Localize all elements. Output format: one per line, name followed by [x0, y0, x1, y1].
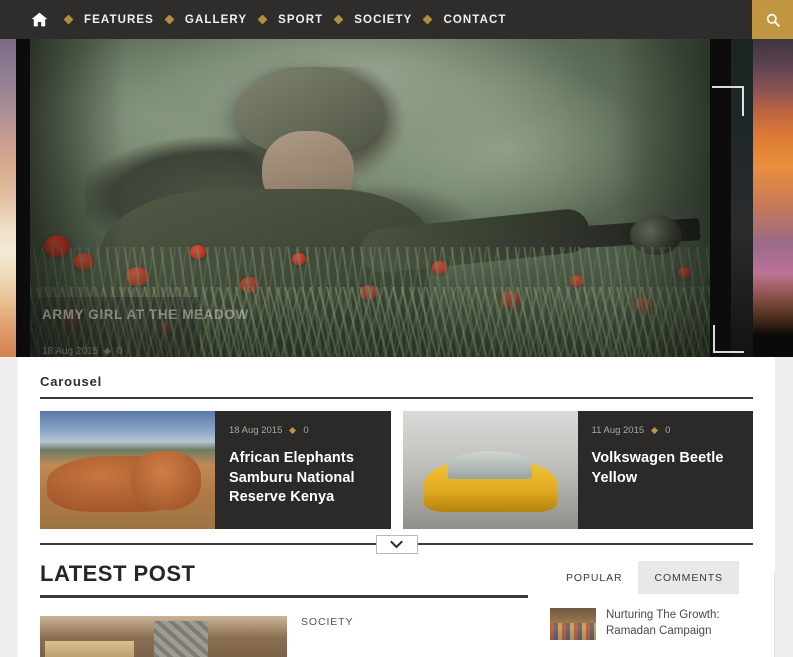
tab-popular[interactable]: POPULAR [550, 561, 639, 594]
hero-caption-title: ARMY GIRL AT THE MEADOW [42, 307, 249, 322]
carousel-card-meta: 18 Aug 2015 0 [229, 425, 377, 436]
carousel-card-meta: 11 Aug 2015 0 [592, 425, 740, 436]
carousel-card[interactable]: 11 Aug 2015 0 Volkswagen Beetle Yellow [402, 411, 754, 529]
nav-separator-diamond-icon [423, 14, 433, 25]
sidebar-item-thumbnail[interactable] [550, 608, 596, 640]
carousel-card[interactable]: 18 Aug 2015 0 African Elephants Samburu … [40, 411, 391, 529]
home-icon [31, 12, 48, 27]
nav-item-features[interactable]: FEATURES [81, 14, 157, 26]
carousel-section-header: Carousel [40, 373, 753, 399]
meta-diamond-icon [289, 426, 297, 435]
latest-post-column: LATEST POST SOCIETY [40, 561, 528, 657]
section-divider [40, 535, 753, 554]
carousel-card-comment-count: 0 [665, 425, 671, 436]
nav-item-society[interactable]: SOCIETY [351, 14, 415, 26]
sidebar-item-title[interactable]: Nurturing The Growth: Ramadan Campaign [606, 608, 753, 639]
latest-post-heading: LATEST POST [40, 561, 196, 586]
nav-home-button[interactable] [22, 0, 56, 39]
page-root: FEATURES GALLERY SPORT SOCIETY CONTACT A… [0, 0, 793, 657]
hero-caption-date: 18 Aug 2015 [42, 345, 99, 357]
carousel-card-date: 18 Aug 2015 [229, 425, 283, 436]
nav-separator-diamond-icon [63, 14, 74, 25]
sidebar-column: POPULAR COMMENTS Nurturing The Growth: R… [550, 561, 753, 657]
carousel-card-comment-count: 0 [303, 425, 309, 436]
nav-item-sport[interactable]: SPORT [275, 14, 326, 26]
carousel-card-row: 18 Aug 2015 0 African Elephants Samburu … [40, 411, 753, 529]
meta-diamond-icon [651, 426, 659, 435]
tab-comments-label: COMMENTS [654, 571, 723, 584]
hero-caption-meta: 18 Aug 2015 0 [42, 346, 188, 357]
nav-item-contact[interactable]: CONTACT [440, 14, 509, 26]
nav-separator-diamond-icon [333, 14, 344, 25]
hero-corner-bracket-bottom-left-icon [713, 325, 744, 353]
carousel-card-title[interactable]: African Elephants Samburu National Reser… [229, 449, 377, 508]
sidebar-list-item[interactable]: Nurturing The Growth: Ramadan Campaign [550, 608, 753, 640]
lower-section: LATEST POST SOCIETY POPULAR COMMENTS Nur… [40, 561, 753, 657]
carousel-card-body: 11 Aug 2015 0 Volkswagen Beetle Yellow [578, 411, 754, 529]
carousel-card-date: 11 Aug 2015 [591, 425, 645, 436]
carousel-card-title[interactable]: Volkswagen Beetle Yellow [592, 449, 740, 488]
carousel-expand-button[interactable] [375, 535, 418, 554]
hero-next-slide-image [753, 39, 793, 357]
hero-caption-diamond-icon [104, 347, 112, 355]
latest-post-thumbnail[interactable] [40, 616, 287, 657]
nav-item-gallery[interactable]: GALLERY [182, 14, 250, 26]
carousel-heading: Carousel [40, 374, 103, 389]
top-navigation-bar: FEATURES GALLERY SPORT SOCIETY CONTACT [0, 0, 793, 39]
nav-separator-diamond-icon [257, 14, 268, 25]
hero-corner-bracket-top-right-icon [712, 86, 744, 116]
nav-separator-diamond-icon [164, 14, 175, 25]
main-content: Carousel 18 Aug 2015 0 African Elephants… [18, 357, 775, 657]
chevron-down-icon [390, 540, 403, 549]
sidebar-post-list: Nurturing The Growth: Ramadan Campaign [550, 608, 753, 640]
latest-post-item[interactable]: SOCIETY [40, 616, 528, 657]
hero-slider[interactable]: ARMY GIRL AT THE MEADOW 18 Aug 2015 0 [0, 39, 793, 357]
tab-popular-label: POPULAR [566, 571, 623, 584]
hero-caption[interactable]: ARMY GIRL AT THE MEADOW 18 Aug 2015 0 [30, 297, 249, 357]
sidebar-tabs: POPULAR COMMENTS [550, 561, 753, 594]
hero-previous-slide-peek[interactable] [0, 39, 23, 357]
carousel-card-thumbnail[interactable] [40, 411, 215, 529]
search-icon [766, 13, 780, 27]
latest-post-category[interactable]: SOCIETY [301, 616, 353, 657]
carousel-card-thumbnail[interactable] [402, 411, 578, 529]
carousel-card-body: 18 Aug 2015 0 African Elephants Samburu … [215, 411, 391, 529]
hero-caption-comment-count: 0 [117, 345, 123, 357]
search-button[interactable] [752, 0, 793, 39]
latest-post-header: LATEST POST [40, 561, 528, 598]
tab-comments[interactable]: COMMENTS [638, 561, 739, 594]
sidebar-vertical-divider [774, 571, 775, 657]
